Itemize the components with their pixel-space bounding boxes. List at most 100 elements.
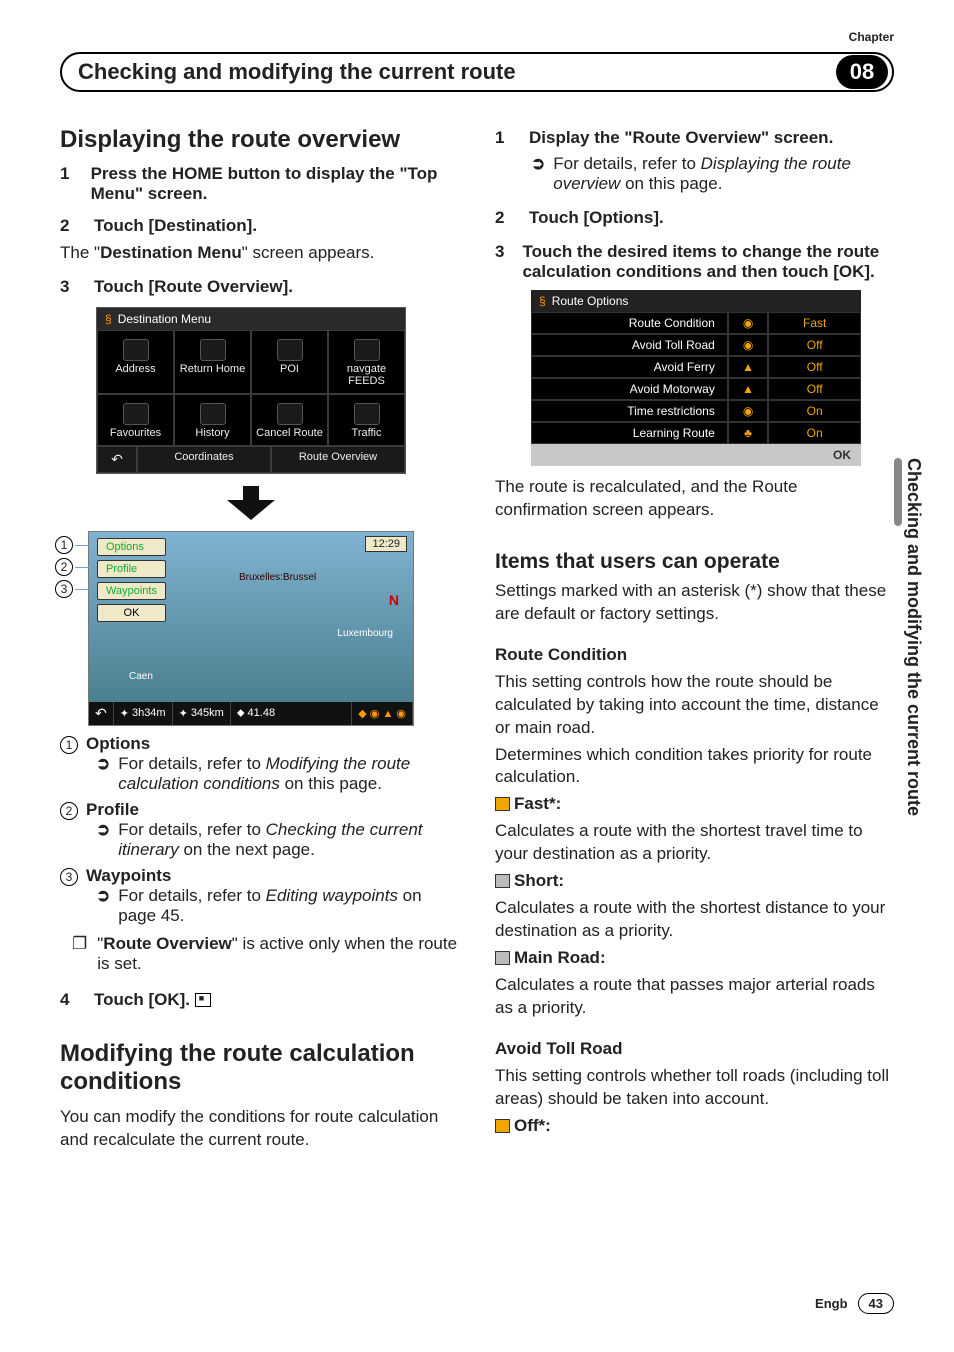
body-text: Settings marked with an asterisk (*) sho…: [495, 580, 894, 626]
side-title: Checking and modifying the current route: [903, 458, 924, 816]
page-number: 43: [858, 1293, 894, 1314]
dest-item: POI: [251, 330, 328, 394]
refer-text: For details, refer to Modifying the rout…: [118, 754, 459, 794]
callout-label: Profile: [86, 800, 139, 819]
dest-foot-item: Coordinates: [137, 446, 271, 473]
poi-icon: [277, 339, 303, 361]
body-text: Determines which condition takes priorit…: [495, 744, 894, 790]
cancel-route-icon: [277, 403, 303, 425]
step-text: Touch [OK].: [94, 990, 215, 1010]
lang-label: Engb: [815, 1296, 848, 1311]
option-icon: [495, 951, 510, 965]
heading-items-operate: Items that users can operate: [495, 550, 894, 574]
callout-label: Options: [86, 734, 150, 753]
step-number: 4: [60, 990, 76, 1010]
title-bar: Checking and modifying the current route…: [60, 52, 894, 92]
back-icon: §: [105, 312, 112, 326]
right-column: 1 Display the "Route Overview" screen. ➲ F…: [495, 122, 894, 1156]
feeds-icon: [354, 339, 380, 361]
option-label: Main Road:: [514, 948, 606, 967]
body-text: Calculates a route that passes major art…: [495, 974, 894, 1020]
option-label: Off*:: [514, 1116, 551, 1135]
step-text: Display the "Route Overview" screen.: [529, 128, 833, 148]
option-icon: [495, 874, 510, 888]
dest-item: Traffic: [328, 394, 405, 446]
side-tab-marker: [894, 458, 902, 526]
dest-item: Cancel Route: [251, 394, 328, 446]
dest-item: navgate FEEDS: [328, 330, 405, 394]
refer-icon: ➲: [96, 754, 110, 794]
dest-item: History: [174, 394, 251, 446]
step-number: 1: [495, 128, 511, 148]
ropt-value: Off: [768, 378, 861, 400]
body-text: This setting controls how the route shou…: [495, 671, 894, 740]
callout-label: Waypoints: [86, 866, 171, 885]
step-subtext: The "Destination Menu" screen appears.: [60, 242, 459, 265]
rov-options-button: Options: [97, 538, 166, 556]
option-icon: [495, 1119, 510, 1133]
end-icon: [195, 993, 211, 1007]
step-number: 3: [60, 277, 76, 297]
chapter-badge: 08: [836, 55, 888, 89]
body-text: The route is recalculated, and the Route…: [495, 476, 894, 522]
page-title: Checking and modifying the current route: [78, 59, 836, 85]
rov-profile-button: Profile: [97, 560, 166, 578]
heading-modify-conditions: Modifying the route calculation conditio…: [60, 1040, 459, 1096]
history-icon: [200, 403, 226, 425]
callout-marker: 1: [55, 536, 73, 554]
route-overview-figure: 1 2 3 Options Profile Waypoints OK 12:29…: [88, 531, 414, 726]
note-text: "Route Overview" is active only when the…: [97, 934, 459, 974]
callout-number: 1: [60, 736, 78, 754]
compass-north-icon: N: [389, 592, 399, 608]
step-number: 2: [60, 216, 76, 236]
step-text: Touch the desired items to change the ro…: [522, 242, 894, 282]
down-arrow-icon: [96, 486, 406, 525]
ropt-label: Time restrictions: [531, 400, 728, 422]
dest-item: Return Home: [174, 330, 251, 394]
ropt-value: Off: [768, 334, 861, 356]
chapter-label: Chapter: [849, 30, 894, 44]
map-city-label: Luxembourg: [337, 628, 393, 639]
dest-item: Favourites: [97, 394, 174, 446]
clock-label: 12:29: [365, 536, 407, 552]
page-footer: Engb 43: [815, 1293, 894, 1314]
ropt-label: Route Condition: [531, 312, 728, 334]
destination-menu-figure: §Destination Menu Address Return Home PO…: [96, 307, 406, 474]
dest-item: Address: [97, 330, 174, 394]
ropt-icon: ▲: [728, 378, 769, 400]
ropt-label: Avoid Toll Road: [531, 334, 728, 356]
subheading: Route Condition: [495, 644, 894, 667]
heading-display-overview: Displaying the route overview: [60, 126, 459, 154]
refer-icon: ➲: [96, 820, 110, 860]
cost-label: ⬥ 41.48: [231, 702, 352, 725]
home-icon: [200, 339, 226, 361]
distance-label: ✦ 345km: [173, 702, 231, 725]
rov-waypoints-button: Waypoints: [97, 582, 166, 600]
option-label: Short:: [514, 871, 564, 890]
callout-marker: 3: [55, 580, 73, 598]
ropt-header: §Route Options: [531, 290, 861, 312]
step-text: Touch [Destination].: [94, 216, 257, 236]
back-button: [97, 446, 137, 473]
status-icons: ◆ ◉ ▲ ◉: [352, 702, 413, 725]
back-icon: [89, 702, 114, 725]
ropt-icon: ◉: [728, 334, 769, 356]
ropt-value: On: [768, 422, 861, 444]
ropt-ok-button: OK: [531, 444, 861, 466]
ropt-icon: ◉: [728, 400, 769, 422]
body-text: Calculates a route with the shortest dis…: [495, 897, 894, 943]
ropt-label: Avoid Ferry: [531, 356, 728, 378]
refer-text: For details, refer to Checking the curre…: [118, 820, 459, 860]
duration-label: ✦ 3h34m: [114, 702, 173, 725]
option-icon: [495, 797, 510, 811]
ropt-icon: ♣: [728, 422, 769, 444]
ropt-label: Avoid Motorway: [531, 378, 728, 400]
address-icon: [123, 339, 149, 361]
step-text: Press the HOME button to display the "To…: [91, 164, 459, 204]
refer-icon: ➲: [531, 154, 545, 194]
body-text: This setting controls whether toll roads…: [495, 1065, 894, 1111]
refer-text: For details, refer to Editing waypoints …: [118, 886, 459, 926]
map-city-label: Bruxelles:Brussel: [239, 572, 316, 583]
ropt-value: On: [768, 400, 861, 422]
option-label: Fast*:: [514, 794, 561, 813]
